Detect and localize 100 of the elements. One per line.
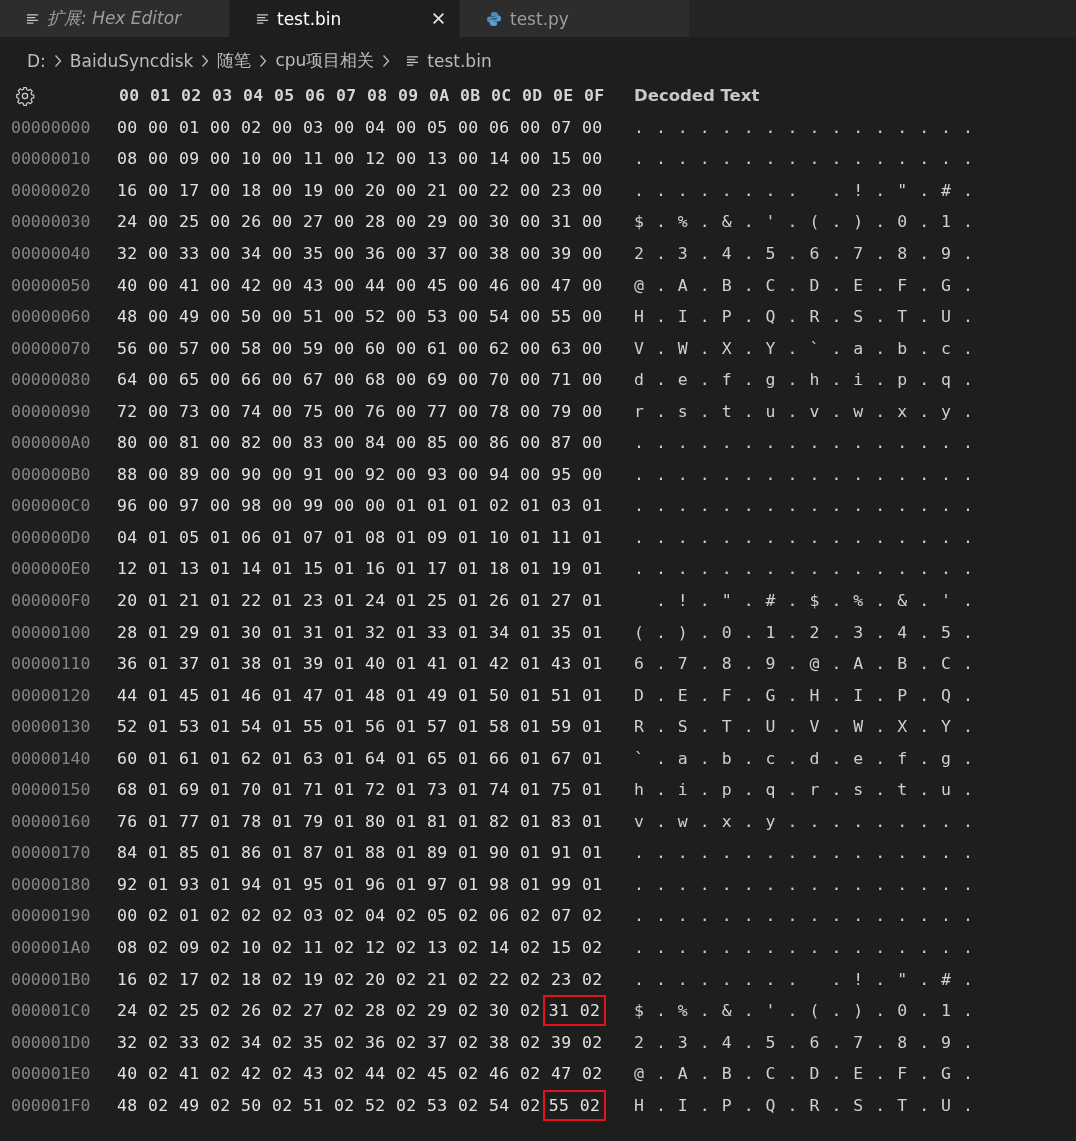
column-header: 00 01 02 03 04 05 06 07 08 09 0A 0B 0C 0D 0E 0F	[119, 86, 606, 106]
breadcrumb-item[interactable]: cpu项目相关	[275, 49, 375, 72]
decoded-text-header: Decoded Text	[634, 86, 760, 106]
hex-bytes: 28 01 29 01 30 01 31 01 32 01 33 01 34 01 35 01	[117, 622, 603, 642]
offset-label: 000001C0	[10, 1001, 92, 1021]
hex-bytes: 56 00 57 00 58 00 59 00 60 00 61 00 62 00 63 00	[117, 338, 603, 358]
decoded-text: 2.3.4.5.6.7.8.9.	[633, 1032, 985, 1052]
hex-bytes: 68 01 69 01 70 01 71 01 72 01 73 01 74 01 75 01	[117, 780, 603, 800]
breadcrumb-item[interactable]: 随笔	[217, 49, 252, 72]
offset-label: 00000070	[10, 338, 92, 358]
file-lines-icon	[26, 12, 39, 25]
offset-label: 000000F0	[10, 591, 92, 610]
offset-label: 00000020	[10, 180, 92, 200]
offset-label: 000001F0	[10, 1095, 92, 1115]
offset-label: 00000030	[10, 212, 92, 232]
hex-bytes: 00 00 01 00 02 00 03 00 04 00 05 00 06 00 07 00	[117, 117, 603, 137]
offset-label: 000000B0	[10, 464, 92, 484]
decoded-text: 2.3.4.5.6.7.8.9.	[633, 244, 985, 263]
decoded-text: V.W.X.Y.`.a.b.c.	[633, 338, 985, 358]
hex-bytes: 44 01 45 01 46 01 47 01 48 01 49 01 50 01 51 01	[117, 685, 603, 705]
decoded-text: ................	[633, 527, 985, 547]
decoded-text: `.a.b.c.d.e.f.g.	[633, 748, 985, 768]
decoded-text: H.I.P.Q.R.S.T.U.	[633, 1095, 985, 1115]
decoded-text: ................	[633, 843, 985, 863]
hex-bytes: 76 01 77 01 78 01 79 01 80 01 81 01 82 01 83 01	[117, 811, 603, 831]
decoded-text: ................	[633, 906, 985, 926]
offset-label: 00000130	[10, 717, 92, 737]
hex-bytes: 20 01 21 01 22 01 23 01 24 01 25 01 26 01 27 01	[117, 591, 603, 610]
editor-tab[interactable]: 扩展: Hex Editor	[0, 0, 230, 37]
hex-bytes: 32 00 33 00 34 00 35 00 36 00 37 00 38 00 39 00	[117, 244, 603, 263]
editor-tab[interactable]: test.bin	[230, 0, 460, 37]
decoded-text: ........ .!.".#.	[633, 180, 985, 200]
close-icon[interactable]	[432, 12, 445, 25]
offset-label: 00000140	[10, 748, 92, 768]
hex-bytes: 24 02 25 02 26 02 27 02 28 02 29 02 30 02	[117, 1001, 541, 1021]
hex-bytes: 36 01 37 01 38 01 39 01 40 01 41 01 42 01 43 01	[117, 654, 603, 674]
offset-label: 00000190	[10, 906, 92, 926]
offset-label: 000001A0	[10, 938, 92, 958]
offset-label: 00000040	[10, 244, 92, 263]
decoded-text: ................	[633, 117, 985, 137]
hex-bytes: 96 00 97 00 98 00 99 00 00 01 01 01 02 01 03 01	[117, 496, 603, 516]
offset-label: 00000000	[10, 117, 92, 137]
decoded-text: (.).0.1.2.3.4.5.	[633, 622, 985, 642]
python-icon	[486, 10, 502, 27]
offset-label: 000001D0	[10, 1032, 92, 1052]
chevron-icon	[259, 53, 268, 68]
file-lines-icon	[256, 12, 269, 25]
decoded-text: ................	[633, 149, 985, 169]
offset-label: 000000D0	[10, 527, 92, 547]
breadcrumb-item[interactable]: test.bin	[427, 50, 492, 71]
offset-label: 00000120	[10, 685, 92, 705]
decoded-text: 6.7.8.9.@.A.B.C.	[633, 654, 985, 674]
decoded-text: ........ .!.".#.	[633, 969, 985, 989]
hex-bytes: 80 00 81 00 82 00 83 00 84 00 85 00 86 00 87 00	[117, 433, 603, 453]
decoded-text: ................	[633, 464, 985, 484]
offset-label: 00000150	[10, 780, 92, 800]
decoded-text: r.s.t.u.v.w.x.y.	[633, 401, 985, 421]
hex-bytes: 88 00 89 00 90 00 91 00 92 00 93 00 94 00 95 00	[117, 464, 603, 484]
offset-label: 00000060	[10, 307, 92, 327]
hex-bytes: 48 02 49 02 50 02 51 02 52 02 53 02 54 02	[117, 1095, 541, 1115]
hex-bytes: 52 01 53 01 54 01 55 01 56 01 57 01 58 01 59 01	[117, 717, 603, 737]
hex-bytes: 04 01 05 01 06 01 07 01 08 01 09 01 10 01 11 01	[117, 527, 603, 547]
decoded-text: ................	[633, 938, 985, 958]
settings-icon[interactable]	[15, 85, 35, 106]
editor-tab[interactable]: test.py	[460, 0, 690, 37]
offset-label: 00000170	[10, 843, 92, 863]
file-lines-icon	[406, 54, 420, 67]
offset-label: 000001E0	[10, 1064, 92, 1084]
hex-bytes: 92 01 93 01 94 01 95 01 96 01 97 01 98 01 99 01	[117, 874, 603, 894]
decoded-text: d.e.f.g.h.i.p.q.	[633, 370, 985, 390]
decoded-text: ................	[633, 496, 985, 516]
decoded-text: R.S.T.U.V.W.X.Y.	[633, 717, 985, 737]
chevron-icon	[53, 53, 62, 68]
breadcrumb-item[interactable]: D:	[27, 50, 46, 71]
hex-bytes: 16 00 17 00 18 00 19 00 20 00 21 00 22 00 23 00	[117, 180, 603, 200]
hex-bytes: 64 00 65 00 66 00 67 00 68 00 69 00 70 00 71 00	[117, 370, 603, 390]
offset-label: 00000010	[10, 149, 92, 169]
offset-label: 00000050	[10, 275, 92, 295]
decoded-text: ................	[633, 433, 985, 453]
highlighted-bytes: 55 02	[542, 1089, 607, 1121]
decoded-text: h.i.p.q.r.s.t.u.	[633, 780, 985, 800]
hex-bytes: 40 02 41 02 42 02 43 02 44 02 45 02 46 02 47 02	[117, 1064, 603, 1084]
decoded-text: @.A.B.C.D.E.F.G.	[633, 1064, 985, 1084]
hex-bytes: 24 00 25 00 26 00 27 00 28 00 29 00 30 00 31 00	[117, 212, 603, 232]
decoded-text: v.w.x.y.........	[633, 811, 985, 831]
decoded-text: $.%.&.'.(.).0.1.	[633, 1001, 985, 1021]
hex-bytes: 12 01 13 01 14 01 15 01 16 01 17 01 18 01 19 01	[117, 559, 603, 579]
breadcrumb-item[interactable]: BaiduSyncdisk	[69, 50, 194, 71]
highlighted-bytes: 31 02	[542, 995, 607, 1027]
decoded-text: H.I.P.Q.R.S.T.U.	[633, 307, 985, 327]
offset-label: 00000160	[10, 811, 92, 831]
hex-bytes: 48 00 49 00 50 00 51 00 52 00 53 00 54 00 55 00	[117, 307, 603, 327]
hex-bytes: 16 02 17 02 18 02 19 02 20 02 21 02 22 02 23 02	[117, 969, 603, 989]
chevron-icon	[201, 53, 210, 68]
offset-label: 00000080	[10, 370, 92, 390]
hex-bytes: 08 00 09 00 10 00 11 00 12 00 13 00 14 00 15 00	[117, 149, 603, 169]
decoded-text: ................	[633, 874, 985, 894]
decoded-text: @.A.B.C.D.E.F.G.	[633, 275, 985, 295]
hex-bytes: 00 02 01 02 02 02 03 02 04 02 05 02 06 02 07 02	[117, 906, 603, 926]
hex-bytes: 32 02 33 02 34 02 35 02 36 02 37 02 38 02 39 02	[117, 1032, 603, 1052]
